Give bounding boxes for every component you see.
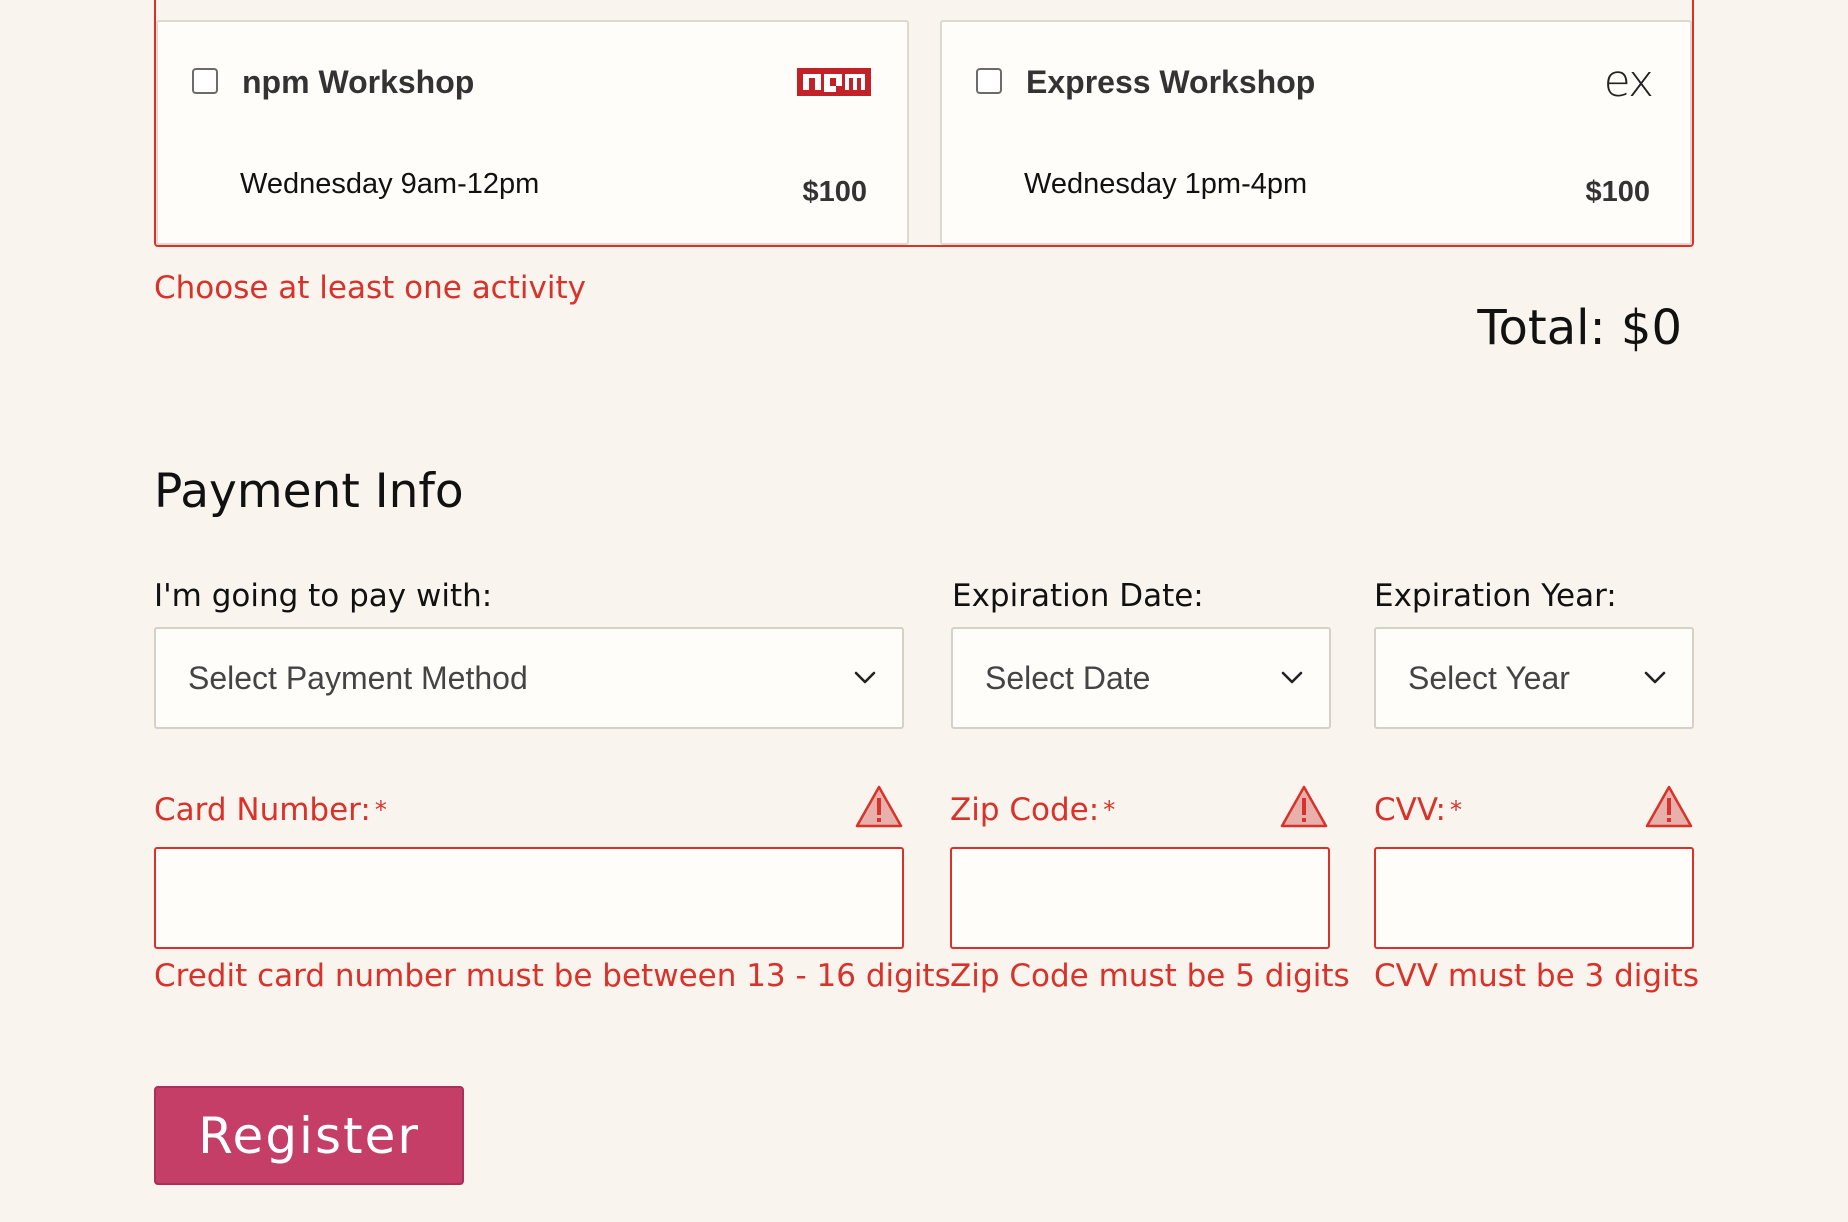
cvv-label-text: CVV: [1374,792,1446,828]
warning-icon [1280,785,1328,828]
register-button[interactable]: Register [154,1086,464,1185]
expiration-year-value: Select Year [1408,659,1570,696]
zip-code-input[interactable] [950,847,1330,949]
warning-icon [1645,785,1693,828]
chevron-down-icon [1644,671,1666,684]
expiration-date-select[interactable]: Select Date [951,627,1331,729]
activity-time: Wednesday 9am-12pm [240,168,540,200]
activity-price: $100 [802,176,867,208]
expiration-year-label: Expiration Year: [1374,578,1617,614]
activities-error-message: Choose at least one activity [154,270,586,306]
payment-method-label: I'm going to pay with: [154,578,493,614]
zip-code-label: Zip Code: * [950,792,1115,828]
activity-title: npm Workshop [242,64,475,100]
activity-card-express[interactable]: Express Workshop ex Wednesday 1pm-4pm $1… [940,20,1692,245]
payment-method-value: Select Payment Method [188,659,528,696]
required-marker: * [1449,796,1462,824]
expiration-date-label: Expiration Date: [952,578,1204,614]
activity-price: $100 [1585,176,1650,208]
card-number-label: Card Number: * [154,792,387,828]
card-number-label-text: Card Number: [154,792,371,828]
required-marker: * [374,796,387,824]
page: npm Workshop Wednesday 9am-12pm $100 Exp… [0,0,1848,1222]
payment-section-title: Payment Info [154,464,464,519]
zip-code-label-text: Zip Code: [950,792,1100,828]
cvv-error: CVV must be 3 digits [1374,958,1699,994]
total-cost: Total: $0 [1477,300,1682,356]
warning-icon [855,785,903,828]
payment-method-select[interactable]: Select Payment Method [154,627,904,729]
expiration-year-select[interactable]: Select Year [1374,627,1694,729]
activity-title: Express Workshop [1026,64,1316,100]
express-workshop-checkbox[interactable] [976,68,1002,94]
chevron-down-icon [1281,671,1303,684]
chevron-down-icon [854,671,876,684]
npm-workshop-checkbox[interactable] [192,68,218,94]
activity-time: Wednesday 1pm-4pm [1024,168,1308,200]
cvv-label: CVV: * [1374,792,1462,828]
activity-card-npm[interactable]: npm Workshop Wednesday 9am-12pm $100 [156,20,909,245]
expiration-date-value: Select Date [985,659,1151,696]
required-marker: * [1103,796,1116,824]
cvv-input[interactable] [1374,847,1694,949]
card-number-input[interactable] [154,847,904,949]
card-number-error: Credit card number must be between 13 - … [154,958,951,994]
zip-code-error: Zip Code must be 5 digits [950,958,1350,994]
npm-logo [797,68,871,96]
express-logo: ex [1603,56,1654,107]
